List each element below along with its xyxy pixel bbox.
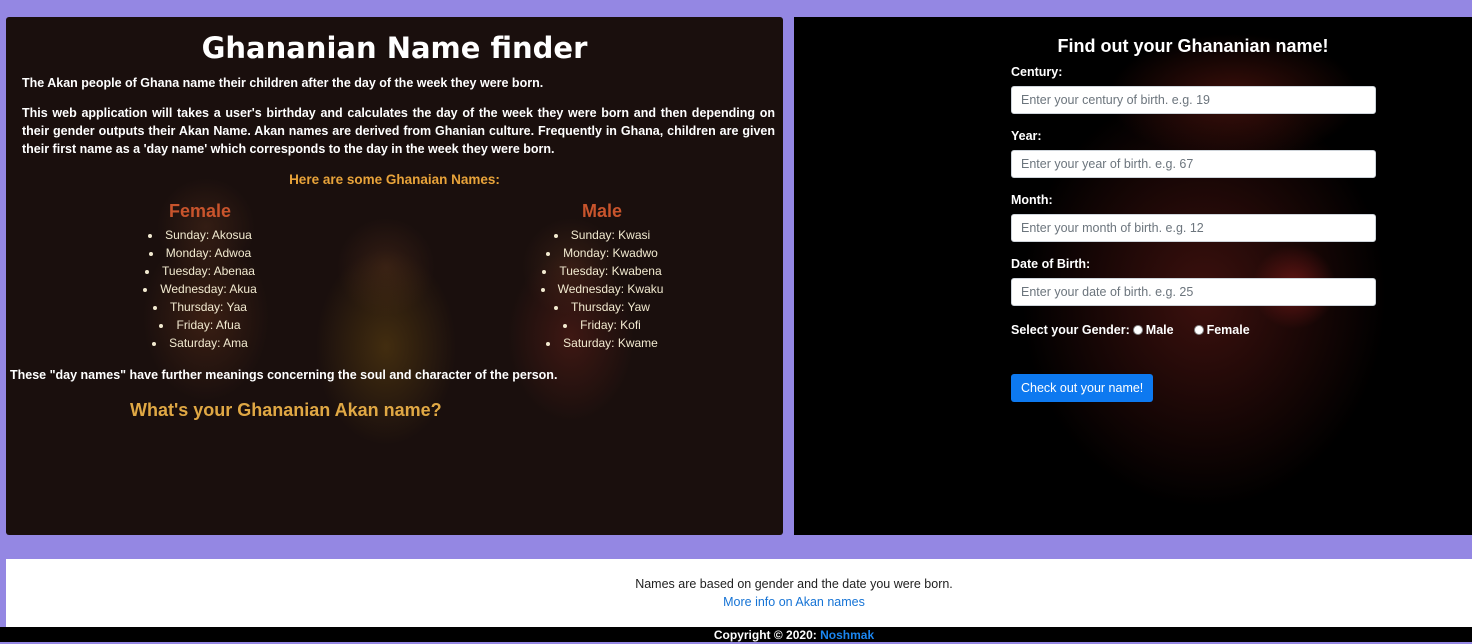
list-item: Monday: Adwoa	[100, 244, 300, 262]
list-item: Friday: Afua	[100, 316, 300, 334]
copyright-text: Copyright © 2020:	[713, 628, 817, 642]
month-label: Month:	[1011, 193, 1053, 207]
female-heading: Female	[168, 201, 232, 221]
date-of-birth-input[interactable]	[1011, 278, 1376, 306]
footer-info: Names are based on gender and the date y…	[6, 559, 1472, 627]
form-panel: Find out your Ghananian name! Century: Y…	[794, 17, 1472, 535]
list-item: Wednesday: Kwaku	[502, 280, 702, 298]
list-item: Monday: Kwadwo	[502, 244, 702, 262]
female-radio-label: Female	[1206, 323, 1250, 337]
year-input[interactable]	[1011, 150, 1376, 178]
gender-label: Select your Gender:	[1011, 323, 1130, 337]
meaning-note: These "day names" have further meanings …	[10, 368, 558, 382]
female-radio[interactable]	[1193, 325, 1204, 335]
author-link[interactable]: Noshmak	[820, 628, 874, 642]
list-item: Tuesday: Abenaa	[100, 262, 300, 280]
copyright-bar: Copyright © 2020: Noshmak	[0, 627, 1472, 642]
list-item: Sunday: Akosua	[100, 226, 300, 244]
list-item: Thursday: Yaw	[502, 298, 702, 316]
name-finder-form: Century: Year: Month: Date of Birth: Sel…	[1011, 65, 1376, 402]
male-heading: Male	[581, 201, 623, 221]
names-heading: Here are some Ghanaian Names:	[289, 172, 500, 187]
century-label: Century:	[1011, 65, 1063, 79]
male-radio-label: Male	[1145, 323, 1174, 337]
male-radio[interactable]	[1132, 325, 1143, 335]
list-item: Wednesday: Akua	[100, 280, 300, 298]
female-names-column: Female Sunday: Akosua Monday: Adwoa Tues…	[100, 201, 300, 352]
intro-panel: Ghananian Name finder The Akan people of…	[6, 17, 783, 535]
list-item: Tuesday: Kwabena	[502, 262, 702, 280]
call-to-action-heading: What's your Ghananian Akan name?	[130, 400, 442, 420]
list-item: Saturday: Kwame	[502, 334, 702, 352]
list-item: Thursday: Yaa	[100, 298, 300, 316]
intro-paragraph-1: The Akan people of Ghana name their chil…	[22, 76, 544, 90]
gender-option-male[interactable]: Male	[1130, 323, 1174, 337]
male-names-list: Sunday: Kwasi Monday: Kwadwo Tuesday: Kw…	[502, 226, 702, 352]
list-item: Saturday: Ama	[100, 334, 300, 352]
century-input[interactable]	[1011, 86, 1376, 114]
form-title: Find out your Ghananian name!	[1057, 36, 1329, 56]
gender-option-female[interactable]: Female	[1186, 323, 1250, 337]
list-item: Sunday: Kwasi	[502, 226, 702, 244]
page-title: Ghananian Name finder	[201, 31, 588, 65]
gender-selector: Select your Gender: Male Female	[1011, 321, 1376, 339]
check-name-button[interactable]: Check out your name!	[1011, 374, 1154, 402]
akan-names-info-link[interactable]: More info on Akan names	[6, 595, 1472, 609]
date-of-birth-label: Date of Birth:	[1011, 257, 1091, 271]
list-item: Friday: Kofi	[502, 316, 702, 334]
female-names-list: Sunday: Akosua Monday: Adwoa Tuesday: Ab…	[100, 226, 300, 352]
month-input[interactable]	[1011, 214, 1376, 242]
footer-note: Names are based on gender and the date y…	[635, 577, 953, 591]
male-names-column: Male Sunday: Kwasi Monday: Kwadwo Tuesda…	[502, 201, 702, 352]
intro-paragraph-2: This web application will takes a user's…	[22, 106, 775, 156]
year-label: Year:	[1011, 129, 1042, 143]
